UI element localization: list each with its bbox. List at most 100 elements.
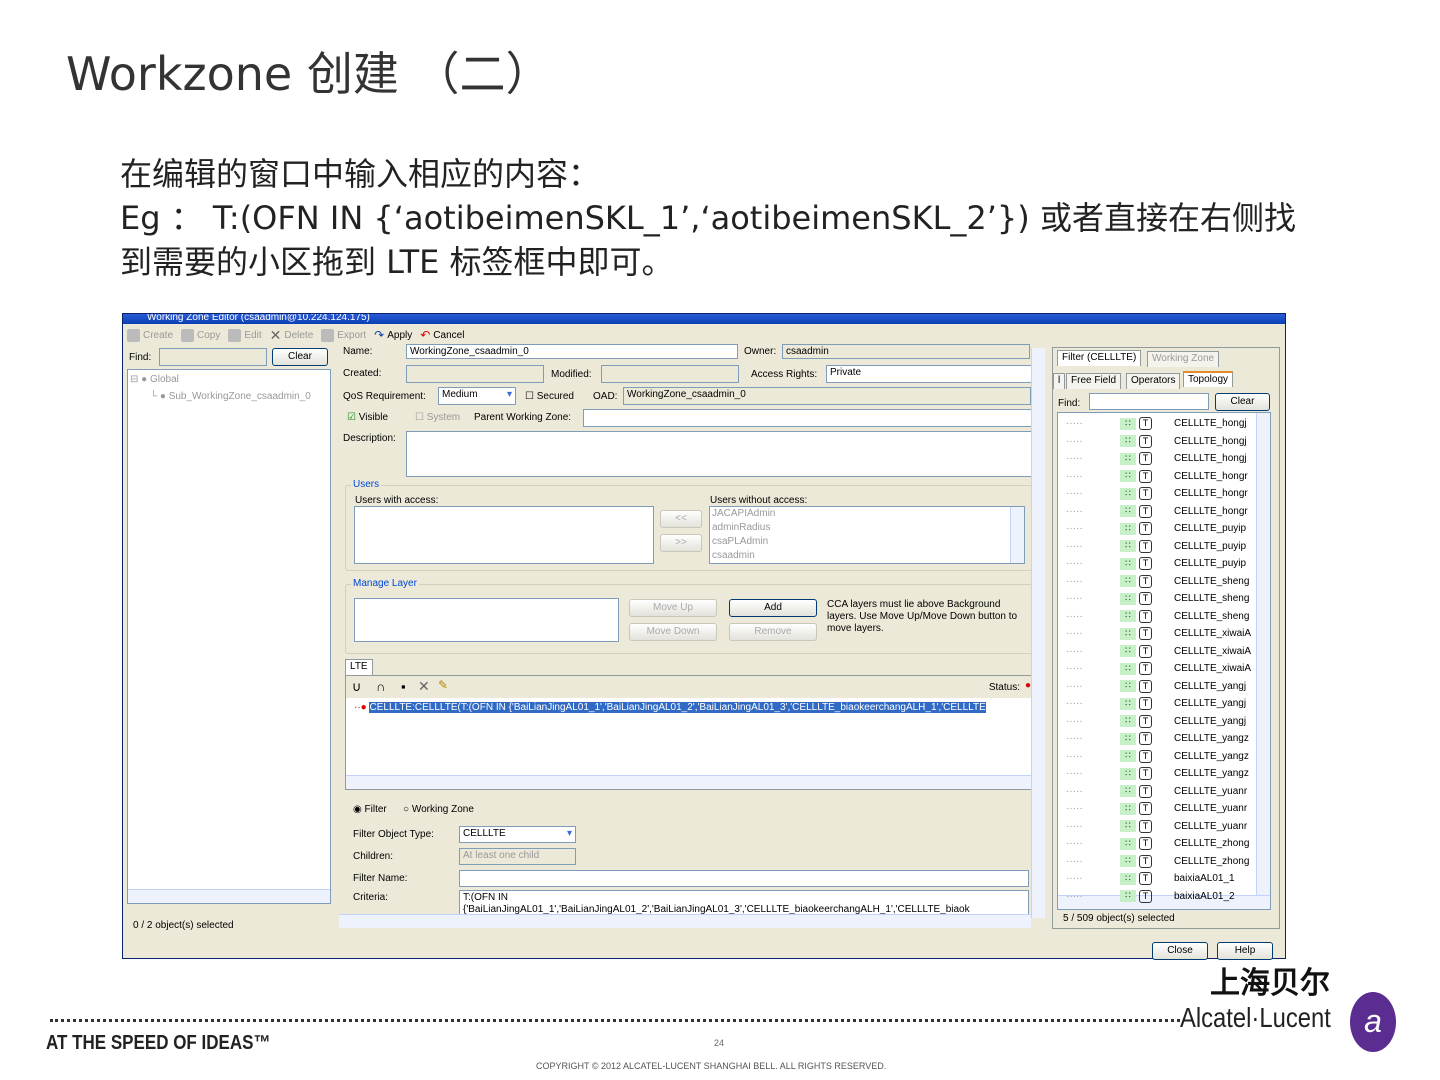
copy-button[interactable]: Copy bbox=[181, 328, 220, 342]
criteria-input[interactable]: T:(OFN IN {'BaiLianJingAL01_1','BaiLianJi… bbox=[459, 890, 1029, 916]
children-select[interactable]: At least one child bbox=[459, 848, 576, 865]
drag-handle-icon[interactable]: ∷ bbox=[1120, 505, 1136, 517]
qos-select[interactable]: Medium ▾ bbox=[438, 387, 516, 405]
list-item[interactable]: csaadmin bbox=[710, 549, 1024, 563]
vertical-scrollbar[interactable] bbox=[1031, 348, 1045, 918]
broom-icon[interactable]: ✎ bbox=[438, 678, 448, 692]
radio-working-zone[interactable]: ○ Working Zone bbox=[403, 804, 474, 815]
users-with-list[interactable] bbox=[354, 506, 654, 564]
drag-handle-icon[interactable]: ∷ bbox=[1120, 697, 1136, 710]
cell-list-item[interactable]: ····· ∷ T CELLLTE_hongj bbox=[1058, 450, 1258, 467]
cell-list-item[interactable]: ····· ∷ T CELLLTE_yangz bbox=[1058, 730, 1258, 747]
add-user-button[interactable]: << bbox=[660, 510, 702, 528]
drag-handle-icon[interactable]: ∷ bbox=[1120, 872, 1136, 885]
filter-type-select[interactable]: CELLLTE ▾ bbox=[459, 826, 576, 843]
cell-list-item[interactable]: ····· ∷ T CELLLTE_xiwaiA bbox=[1058, 643, 1258, 660]
tab-working-zone[interactable]: Working Zone bbox=[1147, 351, 1220, 367]
list-item[interactable]: csaPLAdmin bbox=[710, 535, 1024, 549]
apply-button[interactable]: ↷ Apply bbox=[374, 328, 412, 342]
drag-handle-icon[interactable]: ∷ bbox=[1120, 592, 1136, 605]
horizontal-scrollbar[interactable] bbox=[346, 775, 1032, 789]
tab-lte[interactable]: LTE bbox=[345, 659, 373, 675]
cell-list-item[interactable]: ····· ∷ T CELLLTE_sheng bbox=[1058, 590, 1258, 607]
cell-list-item[interactable]: ····· ∷ T CELLLTE_sheng bbox=[1058, 573, 1258, 590]
parent-zone-select[interactable] bbox=[583, 409, 1033, 427]
drag-handle-icon[interactable]: ∷ bbox=[1120, 487, 1136, 500]
drag-handle-icon[interactable]: ∷ bbox=[1120, 837, 1136, 850]
union-icon[interactable]: ∪ bbox=[352, 679, 362, 695]
drag-handle-icon[interactable]: ∷ bbox=[1120, 645, 1136, 657]
horizontal-scrollbar[interactable] bbox=[128, 889, 330, 903]
users-without-list[interactable]: JACAPIAdmin adminRadius csaPLAdmin csaad… bbox=[709, 506, 1025, 564]
drag-handle-icon[interactable]: ∷ bbox=[1120, 435, 1136, 447]
access-rights-select[interactable]: Private bbox=[826, 365, 1032, 383]
tab-filter-celllte[interactable]: Filter (CELLLTE) bbox=[1057, 350, 1142, 366]
tab-free-field[interactable]: Free Field bbox=[1066, 373, 1122, 389]
export-button[interactable]: Export bbox=[321, 328, 366, 342]
cell-list-item[interactable]: ····· ∷ T CELLLTE_yangj bbox=[1058, 695, 1258, 712]
add-layer-button[interactable]: Add bbox=[729, 599, 817, 617]
tree-node-sub[interactable]: └ ● Sub_WorkingZone_csaadmin_0 bbox=[150, 391, 311, 402]
create-button[interactable]: Create bbox=[127, 328, 173, 342]
cell-list-item[interactable]: ····· ∷ T CELLLTE_yangj bbox=[1058, 713, 1258, 730]
visible-checkbox[interactable]: ☑ Visible bbox=[347, 412, 388, 423]
cell-list-item[interactable]: ····· ∷ T CELLLTE_hongj bbox=[1058, 415, 1258, 432]
tree-node-global[interactable]: ⊟ ● Global bbox=[130, 374, 179, 385]
cell-list-item[interactable]: ····· ∷ T CELLLTE_puyip bbox=[1058, 555, 1258, 572]
cell-list-item[interactable]: ····· ∷ T CELLLTE_hongr bbox=[1058, 468, 1258, 485]
cell-list-item[interactable]: ····· ∷ T CELLLTE_xiwaiA bbox=[1058, 660, 1258, 677]
right-clear-button[interactable]: Clear bbox=[1215, 393, 1270, 411]
drag-handle-icon[interactable]: ∷ bbox=[1120, 732, 1136, 745]
cell-list-item[interactable]: ····· ∷ T CELLLTE_puyip bbox=[1058, 538, 1258, 555]
cell-list-item[interactable]: ····· ∷ T CELLLTE_hongj bbox=[1058, 433, 1258, 450]
close-button[interactable]: Close bbox=[1152, 942, 1208, 960]
drag-handle-icon[interactable]: ∷ bbox=[1120, 855, 1136, 867]
minus-icon[interactable]: ▪ bbox=[401, 679, 406, 694]
drag-handle-icon[interactable]: ∷ bbox=[1120, 820, 1136, 832]
drag-handle-icon[interactable]: ∷ bbox=[1120, 802, 1136, 815]
drag-handle-icon[interactable]: ∷ bbox=[1120, 522, 1136, 535]
system-checkbox[interactable]: ☐ System bbox=[415, 412, 460, 423]
clear-button[interactable]: Clear bbox=[272, 348, 328, 366]
drag-handle-icon[interactable]: ∷ bbox=[1120, 890, 1136, 902]
cell-list-item[interactable]: ····· ∷ T CELLLTE_puyip bbox=[1058, 520, 1258, 537]
remove-user-button[interactable]: >> bbox=[660, 534, 702, 552]
drag-handle-icon[interactable]: ∷ bbox=[1120, 767, 1136, 780]
vertical-scrollbar[interactable] bbox=[1256, 413, 1270, 897]
cell-list-item[interactable]: ····· ∷ TbaixiaAL01_2 bbox=[1058, 888, 1258, 905]
cell-list-item[interactable]: ····· ∷ T CELLLTE_xiwaiA bbox=[1058, 625, 1258, 642]
cell-list-item[interactable]: ····· ∷ T CELLLTE_hongr bbox=[1058, 485, 1258, 502]
cancel-button[interactable]: ↶ Cancel bbox=[420, 328, 464, 342]
find-input[interactable] bbox=[159, 348, 267, 366]
move-up-button[interactable]: Move Up bbox=[629, 599, 717, 617]
drag-handle-icon[interactable]: ∷ bbox=[1120, 785, 1136, 797]
cell-list-item[interactable]: ····· ∷ T CELLLTE_zhong bbox=[1058, 835, 1258, 852]
tab-general[interactable]: l bbox=[1053, 373, 1066, 389]
drag-handle-icon[interactable]: ∷ bbox=[1120, 680, 1136, 692]
cell-list-item[interactable]: ····· ∷ T CELLLTE_sheng bbox=[1058, 608, 1258, 625]
vertical-scrollbar[interactable] bbox=[1010, 507, 1024, 563]
tab-operators[interactable]: Operators bbox=[1126, 373, 1181, 389]
edit-button[interactable]: Edit bbox=[228, 328, 262, 342]
tab-topology[interactable]: Topology bbox=[1183, 371, 1234, 387]
drag-handle-icon[interactable]: ∷ bbox=[1120, 750, 1136, 762]
description-input[interactable] bbox=[406, 431, 1034, 477]
move-down-button[interactable]: Move Down bbox=[629, 623, 717, 641]
cell-list-item[interactable]: ····· ∷ T CELLLTE_zhong bbox=[1058, 853, 1258, 870]
drag-handle-icon[interactable]: ∷ bbox=[1120, 575, 1136, 587]
drag-handle-icon[interactable]: ∷ bbox=[1120, 627, 1136, 640]
layer-list[interactable] bbox=[354, 598, 619, 642]
list-item[interactable]: JACAPIAdmin bbox=[710, 507, 1024, 521]
drag-handle-icon[interactable]: ∷ bbox=[1120, 557, 1136, 570]
delete-icon[interactable]: ✕ bbox=[418, 678, 430, 695]
cell-list-item[interactable]: ····· ∷ T CELLLTE_yuanr bbox=[1058, 818, 1258, 835]
drag-handle-icon[interactable]: ∷ bbox=[1120, 662, 1136, 675]
drag-handle-icon[interactable]: ∷ bbox=[1120, 470, 1136, 482]
drag-handle-icon[interactable]: ∷ bbox=[1120, 610, 1136, 622]
remove-layer-button[interactable]: Remove bbox=[729, 623, 817, 641]
cell-list-item[interactable]: ····· ∷ TbaixiaAL01_1 bbox=[1058, 870, 1258, 887]
cell-list-item[interactable]: ····· ∷ T CELLLTE_yangj bbox=[1058, 678, 1258, 695]
lte-filter-item[interactable]: ··● CELLLTE:CELLLTE(T:(OFN IN {'BaiLianJ… bbox=[354, 702, 1032, 713]
cell-list-item[interactable]: ····· ∷ T CELLLTE_yuanr bbox=[1058, 783, 1258, 800]
horizontal-scrollbar[interactable] bbox=[339, 914, 1031, 928]
